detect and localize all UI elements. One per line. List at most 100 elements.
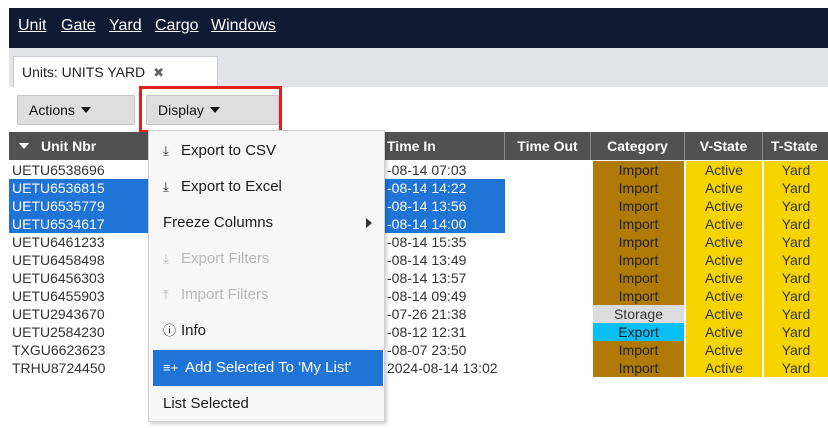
table-row[interactable]: TXGU6623623 -08-07 23:50 Import Active Yard: [9, 341, 828, 359]
chevron-right-icon: [366, 218, 372, 228]
cell-t-state: Yard: [764, 359, 828, 377]
units-grid: Unit Nbr Time In Time Out Category V-Sta…: [9, 132, 828, 428]
table-row[interactable]: UETU6455903 -08-14 09:49 Import Active Yard: [9, 287, 828, 305]
table-row[interactable]: UETU6456303 -08-14 13:57 Import Active Yard: [9, 269, 828, 287]
cell-unit-nbr: UETU2943670: [12, 306, 105, 322]
cell-v-state: Active: [686, 305, 762, 323]
menu-item-export-csv[interactable]: ⤓ Export to CSV: [149, 133, 384, 169]
upload-icon: ⤒: [163, 287, 169, 302]
tab-strip: Units: UNITS YARD ✖: [9, 48, 828, 87]
cell-category: Export: [593, 323, 684, 341]
cell-category: Storage: [593, 305, 684, 323]
cell-t-state: Yard: [764, 251, 828, 269]
cell-unit-nbr: UETU6538696: [12, 162, 105, 178]
cell-time-in: -08-14 14:22: [385, 179, 505, 197]
table-row[interactable]: TRHU8724450 2024-08-14 13:02 Import Active Y…: [9, 359, 828, 377]
table-row[interactable]: UETU6535779 -08-14 13:56 Import Active Yard: [9, 197, 828, 215]
table-row[interactable]: UETU2943670 -07-26 21:38 Storage Active Yard: [9, 305, 828, 323]
cell-category: Import: [593, 251, 684, 269]
column-header-category[interactable]: Category: [591, 132, 685, 160]
table-row[interactable]: UETU6538696 -08-14 07:03 Import Active Yard: [9, 161, 828, 179]
menu-windows[interactable]: Windows: [211, 8, 276, 44]
menu-item-export-filters: ⤓ Export Filters: [149, 241, 384, 277]
download-icon: ⤓: [163, 251, 169, 266]
tab-units-yard[interactable]: Units: UNITS YARD ✖: [13, 56, 218, 87]
display-dropdown-menu: ⤓ Export to CSV ⤓ Export to Excel Freeze C…: [148, 130, 385, 422]
info-icon: ⓘ: [163, 323, 177, 338]
actions-button[interactable]: Actions: [17, 95, 135, 125]
cell-v-state: Active: [686, 161, 762, 179]
menu-item-export-excel[interactable]: ⤓ Export to Excel: [149, 169, 384, 205]
menu-unit[interactable]: Unit: [18, 8, 46, 44]
table-row[interactable]: UETU2584230 -08-12 12:31 Export Active Yard: [9, 323, 828, 341]
cell-category: Import: [593, 179, 684, 197]
cell-unit-nbr: UETU6455903: [12, 288, 105, 304]
cell-category: Import: [593, 287, 684, 305]
cell-t-state: Yard: [764, 161, 828, 179]
cell-v-state: Active: [686, 323, 762, 341]
sort-caret-icon[interactable]: [19, 143, 29, 149]
cell-v-state: Active: [686, 251, 762, 269]
cell-t-state: Yard: [764, 179, 828, 197]
cell-v-state: Active: [686, 359, 762, 377]
column-header-t-state[interactable]: T-State: [763, 132, 828, 160]
cell-time-in: -08-14 13:49: [387, 252, 467, 268]
menu-item-freeze-columns[interactable]: Freeze Columns: [149, 205, 384, 241]
download-icon: ⤓: [163, 179, 169, 194]
column-header-v-state[interactable]: V-State: [685, 132, 763, 160]
cell-t-state: Yard: [764, 305, 828, 323]
cell-v-state: Active: [686, 197, 762, 215]
menu-item-info[interactable]: ⓘ Info: [149, 313, 384, 349]
cell-category: Import: [593, 233, 684, 251]
caret-down-icon: [80, 107, 91, 113]
toolbar: Actions Display: [9, 87, 828, 130]
cell-t-state: Yard: [764, 269, 828, 287]
table-row[interactable]: UETU6461233 -08-14 15:35 Import Active Yard: [9, 233, 828, 251]
cell-v-state: Active: [686, 287, 762, 305]
menu-yard[interactable]: Yard: [109, 8, 142, 44]
cell-time-in: 2024-08-14 13:02: [387, 360, 498, 376]
cell-category: Import: [593, 197, 684, 215]
cell-category: Import: [593, 341, 684, 359]
cell-time-in: -08-14 09:49: [387, 288, 467, 304]
actions-label: Actions: [29, 102, 75, 118]
cell-time-in: -08-14 15:35: [387, 234, 467, 250]
cell-time-in: -08-12 12:31: [387, 324, 467, 340]
table-row[interactable]: UETU6536815 -08-14 14:22 Import Active Yard: [9, 179, 828, 197]
cell-v-state: Active: [686, 233, 762, 251]
cell-v-state: Active: [686, 179, 762, 197]
cell-time-in: -08-07 23:50: [387, 342, 467, 358]
cell-category: Import: [593, 359, 684, 377]
column-header-unit-nbr[interactable]: Unit Nbr: [9, 132, 149, 160]
menu-item-add-selected-my-list[interactable]: ≡+ Add Selected To 'My List': [153, 350, 383, 386]
table-row[interactable]: UETU6534617 -08-14 14:00 Import Active Yard: [9, 215, 828, 233]
highlight-box: [139, 86, 282, 133]
tab-label: Units: UNITS YARD: [22, 64, 146, 80]
menu-bar: Unit Gate Yard Cargo Windows: [9, 8, 828, 48]
cell-unit-nbr: TXGU6623623: [12, 342, 106, 358]
menu-cargo[interactable]: Cargo: [155, 8, 199, 44]
list-add-icon: ≡+: [163, 360, 179, 375]
column-header-time-in[interactable]: Time In: [385, 132, 505, 160]
cell-unit-nbr: UETU6458498: [12, 252, 105, 268]
cell-time-in: -08-14 14:00: [385, 215, 505, 233]
cell-v-state: Active: [686, 215, 762, 233]
menu-item-list-selected[interactable]: List Selected: [149, 386, 384, 422]
cell-category: Import: [593, 215, 684, 233]
table-row[interactable]: UETU6458498 -08-14 13:49 Import Active Yard: [9, 251, 828, 269]
cell-unit-nbr: UETU6456303: [12, 270, 105, 286]
close-icon[interactable]: ✖: [153, 65, 164, 80]
cell-unit-nbr: UETU2584230: [12, 324, 105, 340]
cell-t-state: Yard: [764, 197, 828, 215]
cell-time-in: -08-14 13:56: [385, 197, 505, 215]
cell-unit-nbr: UETU6534617: [9, 215, 149, 233]
cell-time-in: -08-14 13:57: [387, 270, 467, 286]
cell-time-in: -08-14 07:03: [387, 162, 467, 178]
cell-unit-nbr: UETU6461233: [12, 234, 105, 250]
cell-v-state: Active: [686, 269, 762, 287]
download-icon: ⤓: [163, 143, 169, 158]
menu-item-import-filters: ⤒ Import Filters: [149, 277, 384, 313]
menu-gate[interactable]: Gate: [61, 8, 96, 44]
cell-time-in: -07-26 21:38: [387, 306, 467, 322]
column-header-time-out[interactable]: Time Out: [505, 132, 591, 160]
